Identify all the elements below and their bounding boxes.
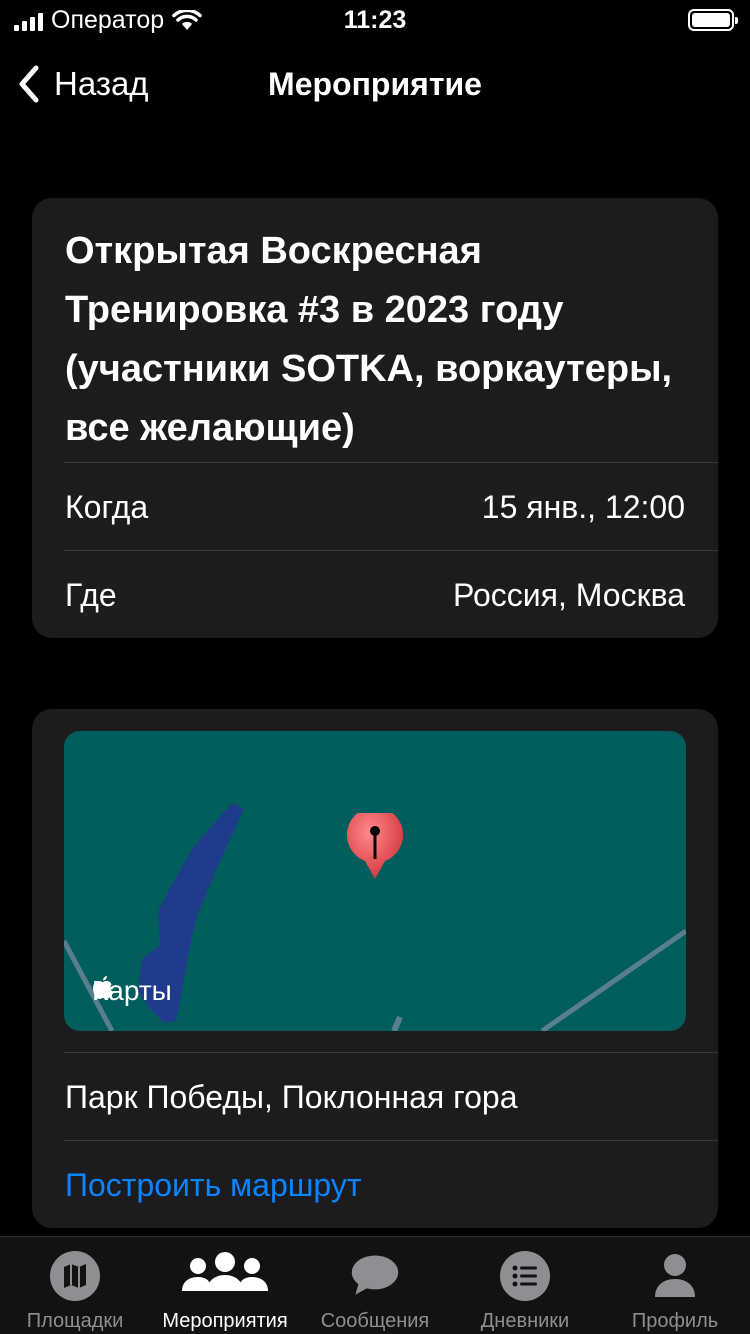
chat-bubble-icon [350, 1251, 400, 1301]
status-time: 11:23 [343, 6, 407, 34]
address-text: Парк Победы, Поклонная гора [65, 1078, 518, 1115]
tab-label: Площадки [26, 1310, 124, 1332]
page-title: Мероприятие [268, 66, 482, 102]
tab-bar: Площадки Мероприятия Сообщения Дневники … [0, 1236, 750, 1334]
when-row: Когда 15 янв., 12:00 [65, 463, 685, 551]
tab-journals[interactable]: Дневники [450, 1237, 600, 1334]
tab-events[interactable]: Мероприятия [150, 1237, 300, 1334]
where-row: Где Россия, Москва [65, 551, 685, 639]
battery-icon [688, 9, 738, 31]
tab-label: Сообщения [320, 1310, 430, 1332]
when-label: Когда [65, 488, 149, 525]
where-label: Где [65, 576, 117, 613]
when-value: 15 янв., 12:00 [481, 488, 685, 525]
tab-messages[interactable]: Сообщения [300, 1237, 450, 1334]
list-icon [500, 1251, 550, 1301]
navigation-bar: Назад Мероприятие [0, 50, 750, 120]
maps-logo: Карты [92, 975, 172, 1007]
tab-label: Профиль [631, 1310, 719, 1332]
person-icon [650, 1251, 700, 1301]
status-bar: Оператор 11:23 [0, 0, 750, 40]
location-card: Карты Парк Победы, Поклонная гора Постро… [32, 709, 718, 1228]
map-view[interactable]: Карты [64, 731, 686, 1031]
apple-logo-icon [93, 976, 113, 999]
map-icon [50, 1251, 100, 1301]
people-icon [180, 1251, 270, 1301]
event-title: Открытая Воскресная Тренировка #3 в 2023… [65, 230, 673, 449]
event-info-card: Открытая Воскресная Тренировка #3 в 2023… [32, 198, 718, 638]
tab-label: Дневники [480, 1310, 570, 1332]
tab-profile[interactable]: Профиль [600, 1237, 750, 1334]
tab-label: Мероприятия [162, 1310, 288, 1332]
where-value: Россия, Москва [453, 576, 685, 613]
tab-playgrounds[interactable]: Площадки [0, 1237, 150, 1334]
build-route-button[interactable]: Построить маршрут [65, 1141, 685, 1229]
map-pin-icon[interactable] [345, 813, 405, 885]
